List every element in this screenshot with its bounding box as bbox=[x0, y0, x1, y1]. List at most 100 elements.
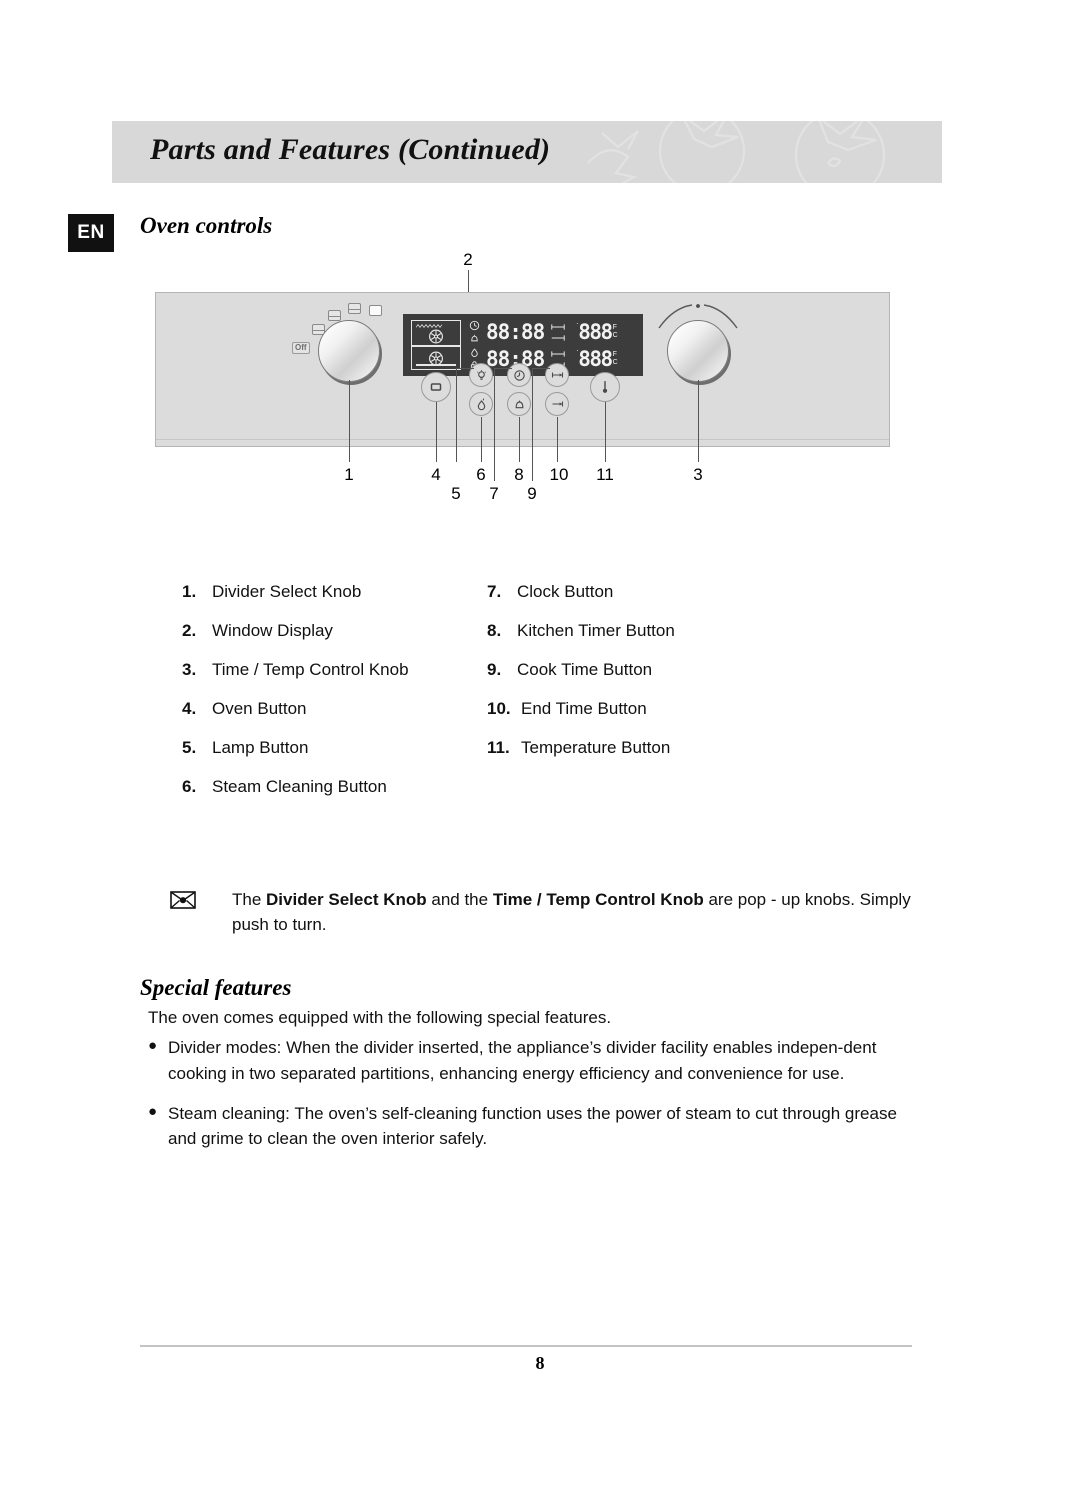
section-title-special-features: Special features bbox=[140, 975, 292, 1000]
legend-item: 11. Temperature Button bbox=[487, 738, 817, 777]
note-middle: and the bbox=[426, 890, 493, 909]
display-temperature-upper: ˙ 888 F C bbox=[576, 321, 618, 343]
oven-icon bbox=[430, 383, 442, 391]
leader-line-3 bbox=[698, 380, 699, 462]
callout-number-5: 5 bbox=[451, 484, 461, 503]
display-temp-units-lower: F C bbox=[613, 351, 618, 367]
list-item: ● Divider modes: When the divider insert… bbox=[148, 1035, 910, 1087]
knob-off-label: Off bbox=[292, 342, 310, 354]
legend-label: Window Display bbox=[212, 621, 333, 640]
steam-cleaning-button[interactable] bbox=[469, 392, 493, 416]
envelope-note-icon bbox=[170, 891, 196, 909]
oven-control-panel-diagram: 2 Off 1 88:88 ˙ 888 F C 88:88 ˙ 888 F C … bbox=[150, 250, 910, 512]
clock-icon bbox=[513, 369, 525, 381]
callout-number-3: 3 bbox=[693, 465, 703, 484]
callout-number-1: 1 bbox=[344, 465, 354, 484]
legend-column-left: 1. Divider Select Knob 2. Window Display… bbox=[182, 582, 482, 816]
thermometer-icon bbox=[602, 381, 608, 393]
legend-label: End Time Button bbox=[521, 699, 647, 718]
end-time-indicator-icon bbox=[551, 334, 565, 341]
cook-time-indicator-icon-lower bbox=[551, 350, 565, 357]
clock-button[interactable] bbox=[507, 363, 531, 387]
leader-line-9 bbox=[532, 368, 533, 481]
legend-number: 5. bbox=[182, 738, 197, 757]
oven-button[interactable] bbox=[421, 372, 451, 402]
leader-line-9-horiz bbox=[532, 368, 550, 369]
legend-item: 10. End Time Button bbox=[487, 699, 817, 738]
leader-line-7 bbox=[494, 368, 495, 481]
legend-item: 5. Lamp Button bbox=[182, 738, 482, 777]
unit-fahrenheit-lower: F bbox=[612, 350, 617, 358]
legend-number: 4. bbox=[182, 699, 197, 718]
legend-number: 3. bbox=[182, 660, 197, 679]
callout-number-4: 4 bbox=[431, 465, 441, 484]
legend-number: 2. bbox=[182, 621, 197, 640]
legend-item: 2. Window Display bbox=[182, 621, 482, 660]
bullet-marker-icon: ● bbox=[148, 1102, 158, 1120]
callout-number-9: 9 bbox=[527, 484, 537, 503]
display-symbols-upper bbox=[469, 320, 483, 344]
mode-icon-split bbox=[328, 310, 341, 321]
bullet-text: Divider modes: When the divider inserted… bbox=[168, 1038, 877, 1083]
bullet-marker-icon: ● bbox=[148, 1037, 158, 1054]
leader-line-4 bbox=[436, 402, 437, 462]
page-title: Parts and Features (Continued) bbox=[150, 133, 551, 166]
end-time-icon bbox=[552, 401, 563, 407]
end-time-button[interactable] bbox=[545, 392, 569, 416]
legend-number: 11. bbox=[487, 738, 510, 757]
temperature-button[interactable] bbox=[590, 372, 620, 402]
display-temp-digits-lower: 888 bbox=[578, 346, 613, 371]
footer-divider bbox=[140, 1345, 912, 1347]
cook-time-indicator-icon bbox=[551, 323, 565, 330]
callout-number-10: 10 bbox=[549, 465, 569, 484]
time-temp-control-knob[interactable] bbox=[667, 320, 729, 382]
legend-label: Kitchen Timer Button bbox=[517, 621, 675, 640]
mode-icon-upper-half bbox=[348, 303, 361, 314]
legend-column-right: 7. Clock Button 8. Kitchen Timer Button … bbox=[487, 582, 817, 777]
legend-label: Time / Temp Control Knob bbox=[212, 660, 409, 679]
steam-drop-icon bbox=[477, 397, 485, 410]
grill-element-icon bbox=[416, 324, 443, 328]
legend-label: Clock Button bbox=[517, 582, 614, 601]
legend-number: 7. bbox=[487, 582, 502, 601]
legend-number: 8. bbox=[487, 621, 502, 640]
oven-cavity-icon bbox=[411, 320, 461, 370]
note-prefix: The bbox=[232, 890, 267, 909]
callout-number-8: 8 bbox=[514, 465, 524, 484]
legend-item: 3. Time / Temp Control Knob bbox=[182, 660, 482, 699]
fan-icon-lower bbox=[429, 351, 443, 366]
legend-item: 8. Kitchen Timer Button bbox=[487, 621, 817, 660]
steam-indicator-icon bbox=[471, 348, 478, 357]
display-time-upper: 88:88 bbox=[486, 319, 545, 344]
legend-number: 9. bbox=[487, 660, 502, 679]
leader-line-5 bbox=[456, 368, 457, 462]
cavity-divider-line bbox=[412, 345, 460, 347]
legend-item: 9. Cook Time Button bbox=[487, 660, 817, 699]
page-number: 8 bbox=[535, 1353, 545, 1373]
lamp-button[interactable] bbox=[469, 363, 493, 387]
divider-select-knob[interactable] bbox=[318, 320, 380, 382]
leader-line-6 bbox=[481, 417, 482, 462]
fan-icon-upper bbox=[429, 329, 443, 344]
kitchen-timer-button[interactable] bbox=[507, 392, 531, 416]
bell-indicator-icon bbox=[471, 334, 478, 342]
display-row-upper: 88:88 ˙ 888 F C bbox=[469, 319, 618, 345]
language-badge: EN bbox=[68, 214, 114, 252]
leader-line-1 bbox=[349, 380, 350, 462]
leader-line-10 bbox=[557, 417, 558, 462]
legend-item: 4. Oven Button bbox=[182, 699, 482, 738]
legend-label: Oven Button bbox=[212, 699, 307, 718]
legend-label: Divider Select Knob bbox=[212, 582, 362, 601]
callout-number-11: 11 bbox=[596, 465, 614, 484]
display-temp-units-upper: F C bbox=[613, 324, 618, 340]
legend-label: Temperature Button bbox=[521, 738, 671, 757]
legend-number: 10. bbox=[487, 699, 511, 718]
unit-celsius-lower: C bbox=[612, 359, 618, 366]
list-item: ● Steam cleaning: The oven’s self-cleani… bbox=[148, 1101, 910, 1153]
legend-item: 1. Divider Select Knob bbox=[182, 582, 482, 621]
leader-line-5-horiz bbox=[456, 368, 474, 369]
note-text: The Divider Select Knob and the Time / T… bbox=[232, 888, 930, 937]
callout-number-7: 7 bbox=[489, 484, 499, 503]
cook-time-button[interactable] bbox=[545, 363, 569, 387]
legend-number: 1. bbox=[182, 582, 197, 601]
